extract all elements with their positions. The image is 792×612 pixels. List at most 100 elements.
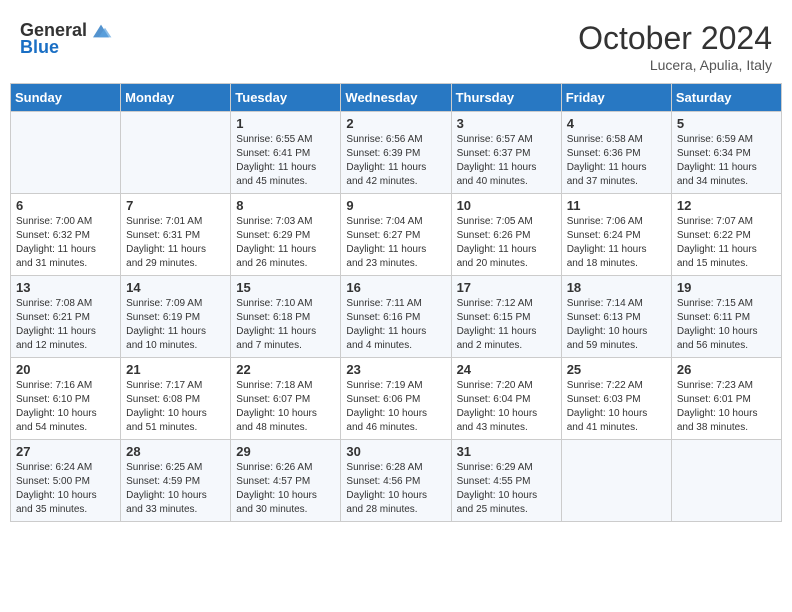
page-header: General Blue October 2024 Lucera, Apulia… xyxy=(10,10,782,78)
month-title: October 2024 xyxy=(578,20,772,57)
day-number: 20 xyxy=(16,362,115,377)
day-number: 23 xyxy=(346,362,445,377)
calendar-cell: 25 Sunrise: 7:22 AM Sunset: 6:03 PM Dayli… xyxy=(561,358,671,440)
day-number: 21 xyxy=(126,362,225,377)
calendar-cell: 13Sunrise: 7:08 AM Sunset: 6:21 PM Dayli… xyxy=(11,276,121,358)
day-info: Sunrise: 7:22 AM Sunset: 6:03 PM Dayligh… xyxy=(567,379,666,435)
day-number: 10 xyxy=(457,198,556,213)
day-info: Sunrise: 6:58 AM Sunset: 6:36 PM Dayligh… xyxy=(567,133,666,189)
day-number: 26 xyxy=(677,362,776,377)
weekday-wednesday: Wednesday xyxy=(341,84,451,112)
day-info: Sunrise: 7:09 AM Sunset: 6:19 PM Dayligh… xyxy=(126,297,225,353)
calendar-cell: 16Sunrise: 7:11 AM Sunset: 6:16 PM Dayli… xyxy=(341,276,451,358)
day-number: 22 xyxy=(236,362,335,377)
day-number: 18 xyxy=(567,280,666,295)
day-info: Sunrise: 6:28 AM Sunset: 4:56 PM Dayligh… xyxy=(346,461,445,517)
calendar-cell: 14 Sunrise: 7:09 AM Sunset: 6:19 PM Dayli… xyxy=(121,276,231,358)
week-row-1: 1 Sunrise: 6:55 AM Sunset: 6:41 PM Daylig… xyxy=(11,112,782,194)
day-info: Sunrise: 6:56 AM Sunset: 6:39 PM Dayligh… xyxy=(346,133,445,189)
weekday-thursday: Thursday xyxy=(451,84,561,112)
week-row-3: 13Sunrise: 7:08 AM Sunset: 6:21 PM Dayli… xyxy=(11,276,782,358)
day-number: 13 xyxy=(16,280,115,295)
day-number: 17 xyxy=(457,280,556,295)
calendar-cell: 6 Sunrise: 7:00 AM Sunset: 6:32 PM Daylig… xyxy=(11,194,121,276)
day-info: Sunrise: 6:29 AM Sunset: 4:55 PM Dayligh… xyxy=(457,461,556,517)
calendar-cell: 19Sunrise: 7:15 AM Sunset: 6:11 PM Dayli… xyxy=(671,276,781,358)
calendar-cell: 20 Sunrise: 7:16 AM Sunset: 6:10 PM Dayli… xyxy=(11,358,121,440)
weekday-sunday: Sunday xyxy=(11,84,121,112)
logo: General Blue xyxy=(20,20,113,58)
day-info: Sunrise: 7:05 AM Sunset: 6:26 PM Dayligh… xyxy=(457,215,556,271)
day-number: 25 xyxy=(567,362,666,377)
calendar-cell: 21Sunrise: 7:17 AM Sunset: 6:08 PM Dayli… xyxy=(121,358,231,440)
day-info: Sunrise: 7:10 AM Sunset: 6:18 PM Dayligh… xyxy=(236,297,335,353)
calendar-cell: 9 Sunrise: 7:04 AM Sunset: 6:27 PM Daylig… xyxy=(341,194,451,276)
weekday-monday: Monday xyxy=(121,84,231,112)
day-number: 8 xyxy=(236,198,335,213)
calendar-cell: 30Sunrise: 6:28 AM Sunset: 4:56 PM Dayli… xyxy=(341,440,451,522)
calendar-cell: 5 Sunrise: 6:59 AM Sunset: 6:34 PM Daylig… xyxy=(671,112,781,194)
day-info: Sunrise: 7:00 AM Sunset: 6:32 PM Dayligh… xyxy=(16,215,115,271)
day-number: 31 xyxy=(457,444,556,459)
day-number: 1 xyxy=(236,116,335,131)
day-number: 12 xyxy=(677,198,776,213)
calendar-cell: 29 Sunrise: 6:26 AM Sunset: 4:57 PM Dayli… xyxy=(231,440,341,522)
calendar-cell: 24Sunrise: 7:20 AM Sunset: 6:04 PM Dayli… xyxy=(451,358,561,440)
calendar-cell xyxy=(11,112,121,194)
location-subtitle: Lucera, Apulia, Italy xyxy=(578,57,772,73)
day-info: Sunrise: 7:07 AM Sunset: 6:22 PM Dayligh… xyxy=(677,215,776,271)
day-number: 7 xyxy=(126,198,225,213)
day-info: Sunrise: 6:26 AM Sunset: 4:57 PM Dayligh… xyxy=(236,461,335,517)
week-row-4: 20 Sunrise: 7:16 AM Sunset: 6:10 PM Dayli… xyxy=(11,358,782,440)
day-info: Sunrise: 6:55 AM Sunset: 6:41 PM Dayligh… xyxy=(236,133,335,189)
day-number: 28 xyxy=(126,444,225,459)
calendar-cell: 28 Sunrise: 6:25 AM Sunset: 4:59 PM Dayli… xyxy=(121,440,231,522)
day-info: Sunrise: 7:15 AM Sunset: 6:11 PM Dayligh… xyxy=(677,297,776,353)
calendar-cell: 1 Sunrise: 6:55 AM Sunset: 6:41 PM Daylig… xyxy=(231,112,341,194)
day-number: 6 xyxy=(16,198,115,213)
calendar-cell: 8 Sunrise: 7:03 AM Sunset: 6:29 PM Daylig… xyxy=(231,194,341,276)
calendar-cell: 4Sunrise: 6:58 AM Sunset: 6:36 PM Daylig… xyxy=(561,112,671,194)
calendar-cell: 12 Sunrise: 7:07 AM Sunset: 6:22 PM Dayli… xyxy=(671,194,781,276)
day-info: Sunrise: 7:19 AM Sunset: 6:06 PM Dayligh… xyxy=(346,379,445,435)
day-number: 15 xyxy=(236,280,335,295)
day-number: 24 xyxy=(457,362,556,377)
weekday-header-row: SundayMondayTuesdayWednesdayThursdayFrid… xyxy=(11,84,782,112)
logo-blue-text: Blue xyxy=(20,37,59,58)
day-info: Sunrise: 7:16 AM Sunset: 6:10 PM Dayligh… xyxy=(16,379,115,435)
logo-icon xyxy=(89,21,113,41)
day-info: Sunrise: 6:24 AM Sunset: 5:00 PM Dayligh… xyxy=(16,461,115,517)
day-info: Sunrise: 7:12 AM Sunset: 6:15 PM Dayligh… xyxy=(457,297,556,353)
calendar-cell xyxy=(671,440,781,522)
calendar-cell: 10 Sunrise: 7:05 AM Sunset: 6:26 PM Dayli… xyxy=(451,194,561,276)
day-number: 5 xyxy=(677,116,776,131)
day-number: 11 xyxy=(567,198,666,213)
day-number: 27 xyxy=(16,444,115,459)
day-info: Sunrise: 7:04 AM Sunset: 6:27 PM Dayligh… xyxy=(346,215,445,271)
day-info: Sunrise: 6:25 AM Sunset: 4:59 PM Dayligh… xyxy=(126,461,225,517)
day-info: Sunrise: 6:59 AM Sunset: 6:34 PM Dayligh… xyxy=(677,133,776,189)
weekday-friday: Friday xyxy=(561,84,671,112)
day-number: 9 xyxy=(346,198,445,213)
day-number: 14 xyxy=(126,280,225,295)
day-number: 2 xyxy=(346,116,445,131)
calendar-table: SundayMondayTuesdayWednesdayThursdayFrid… xyxy=(10,83,782,522)
week-row-2: 6 Sunrise: 7:00 AM Sunset: 6:32 PM Daylig… xyxy=(11,194,782,276)
day-info: Sunrise: 7:03 AM Sunset: 6:29 PM Dayligh… xyxy=(236,215,335,271)
day-number: 29 xyxy=(236,444,335,459)
day-info: Sunrise: 6:57 AM Sunset: 6:37 PM Dayligh… xyxy=(457,133,556,189)
week-row-5: 27 Sunrise: 6:24 AM Sunset: 5:00 PM Dayli… xyxy=(11,440,782,522)
title-area: October 2024 Lucera, Apulia, Italy xyxy=(578,20,772,73)
calendar-cell: 2 Sunrise: 6:56 AM Sunset: 6:39 PM Daylig… xyxy=(341,112,451,194)
calendar-cell: 7Sunrise: 7:01 AM Sunset: 6:31 PM Daylig… xyxy=(121,194,231,276)
calendar-body: 1 Sunrise: 6:55 AM Sunset: 6:41 PM Daylig… xyxy=(11,112,782,522)
calendar-cell: 3 Sunrise: 6:57 AM Sunset: 6:37 PM Daylig… xyxy=(451,112,561,194)
calendar-cell: 27 Sunrise: 6:24 AM Sunset: 5:00 PM Dayli… xyxy=(11,440,121,522)
day-number: 3 xyxy=(457,116,556,131)
calendar-cell xyxy=(121,112,231,194)
calendar-cell: 23 Sunrise: 7:19 AM Sunset: 6:06 PM Dayli… xyxy=(341,358,451,440)
calendar-cell: 11Sunrise: 7:06 AM Sunset: 6:24 PM Dayli… xyxy=(561,194,671,276)
calendar-cell: 15 Sunrise: 7:10 AM Sunset: 6:18 PM Dayli… xyxy=(231,276,341,358)
day-info: Sunrise: 7:14 AM Sunset: 6:13 PM Dayligh… xyxy=(567,297,666,353)
calendar-cell: 26Sunrise: 7:23 AM Sunset: 6:01 PM Dayli… xyxy=(671,358,781,440)
